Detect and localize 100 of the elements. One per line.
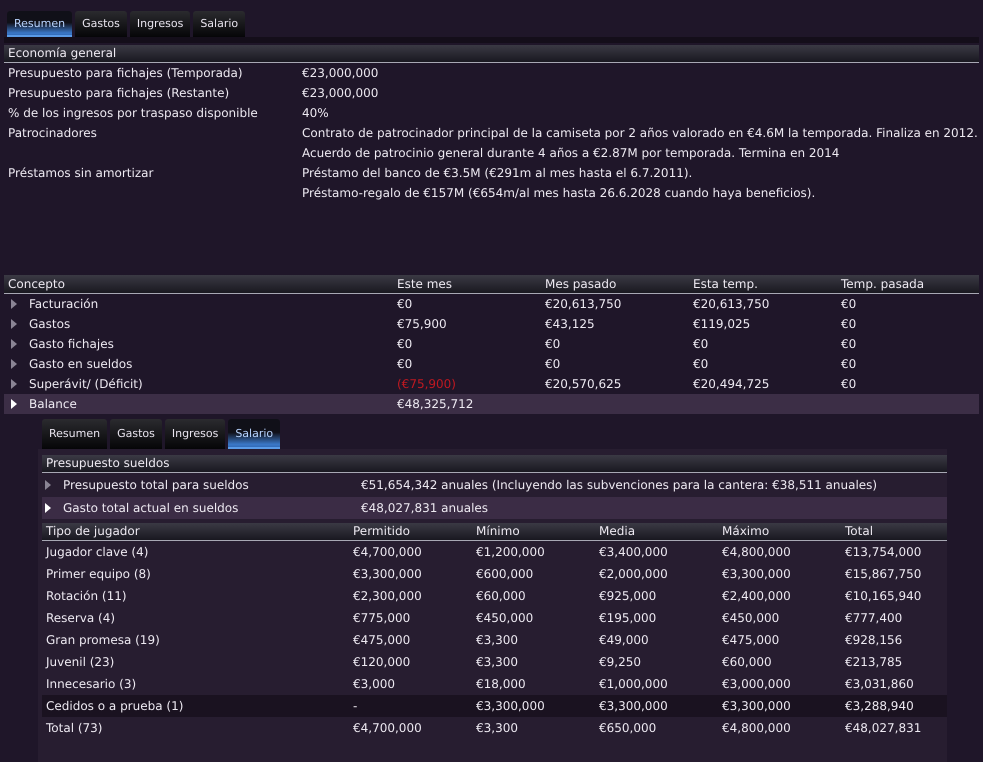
table-cell-text: €4,700,000 [353,720,423,737]
table-cell-text: €213,785 [845,654,904,671]
tab[interactable]: Gastos [110,419,162,449]
column-header: Media [599,523,636,540]
table-cell-text: €75,900 [397,316,448,333]
table-cell-text: €0 [397,336,414,353]
tab[interactable]: Salario [228,419,280,449]
table-cell-text: Cedidos o a prueba (1) [46,698,184,715]
row-label: Presupuesto para fichajes (Restante) [7,85,230,102]
table-cell-text: €0 [545,336,562,353]
table-cell-text: €2,000,000 [599,566,669,583]
table-cell-text: €0 [545,356,562,373]
row-value: Préstamo-regalo de €157M (€654m/al mes hasta 26.6.2028 cuando haya beneficios). [302,185,816,202]
row-label: Préstamos sin amortizar [7,165,154,182]
row-value: Préstamo del banco de €3.5M (€291m al mes hasta el 6.7.2011). [302,165,694,182]
table-cell-text: €3,300 [476,654,519,671]
table-cell-text: €9,250 [599,654,642,671]
column-header: Máximo [722,523,770,540]
tab[interactable]: Ingresos [130,11,190,37]
column-header: Mínimo [476,523,521,540]
table-cell-text: Gasto en sueldos [29,356,132,373]
table-cell-text: €777,400 [845,610,904,627]
table-cell-text: Rotación (11) [46,588,128,605]
table-cell-text: €3,300,000 [599,698,669,715]
row-value: €51,654,342 anuales (Incluyendo las subvenciones para la cantera: €38,511 anuales) [361,477,878,494]
table-cell-text: €1,000,000 [599,676,669,693]
table-cell-text: €3,300 [476,720,519,737]
table-cell-text: €15,867,750 [845,566,922,583]
section-header: Economía general [4,45,979,63]
row-value: €23,000,000 [302,85,378,102]
table-cell-text: €48,027,831 [845,720,922,737]
tab[interactable]: Resumen [7,11,72,37]
table-cell-text: €475,000 [353,632,412,649]
table-cell-text: Primer equipo (8) [46,566,152,583]
table-cell-text: €3,300,000 [353,566,423,583]
table-cell-text: €3,031,860 [845,676,915,693]
column-header: Concepto [8,276,66,293]
tab[interactable]: Resumen [42,419,108,449]
column-header: Mes pasado [545,276,618,293]
row-label: Presupuesto total para sueldos [63,477,249,494]
table-row[interactable]: Gasto total actual en sueldos €48,027,831 anuales [42,497,947,519]
table-cell-text: €195,000 [599,610,658,627]
table-cell-text: €0 [693,336,710,353]
table-cell-text: €4,800,000 [722,544,792,561]
table-cell-text: Jugador clave (4) [46,544,150,561]
column-header: Esta temp. [693,276,759,293]
row-label: Presupuesto para fichajes (Temporada) [7,65,244,82]
table-row[interactable]: Balance €48,325,712 [4,394,979,414]
table-cell-text: Reserva (4) [46,610,116,627]
table-cell-text: €3,300,000 [722,566,792,583]
table-cell-text: €3,300 [476,632,519,649]
table-cell-text: €650,000 [599,720,658,737]
table-cell-text: €0 [841,356,858,373]
table-cell-text: Gastos [29,316,70,333]
table-cell-text: €3,300,000 [476,698,546,715]
table-cell-text: €20,613,750 [545,296,622,313]
table-cell-text: Innecesario (3) [46,676,138,693]
table-cell-text: €4,800,000 [722,720,792,737]
table-cell-text: Balance [29,396,77,413]
table-cell-text: €450,000 [476,610,534,627]
tab[interactable]: Ingresos [164,419,226,449]
table-cell-text: €43,125 [545,316,596,333]
table-cell-text: €3,400,000 [599,544,669,561]
table-cell-text: €0 [841,336,858,353]
table-cell-text: Superávit/ (Déficit) [29,376,143,393]
table-cell-text: €20,570,625 [545,376,622,393]
row-value: Acuerdo de patrocinio general durante 4 años a €2.87M por temporada. Termina en 2014 [302,145,840,162]
table-cell-text: €49,000 [599,632,650,649]
table-cell-text: €3,000 [353,676,396,693]
row-value: Contrato de patrocinador principal de la camiseta por 2 años valorado en €4.6M la temporada. Finaliza en 2012. [302,125,978,142]
table-cell-text: €0 [841,316,858,333]
column-header: Total [845,523,874,540]
table-cell-text: €119,025 [693,316,752,333]
column-header: Este mes [397,276,454,293]
table-cell-text: (€75,900) [397,376,457,393]
table-cell-text: €928,156 [845,632,904,649]
table-cell-text: €10,165,940 [845,588,922,605]
tab[interactable]: Salario [193,11,246,37]
table-cell-text: €775,000 [353,610,412,627]
table-cell-text: €1,200,000 [476,544,546,561]
table-cell-text: Total (73) [46,720,104,737]
table-cell-text: €20,613,750 [693,296,770,313]
table-cell-text: €20,494,725 [693,376,770,393]
table-cell-text: €0 [841,376,858,393]
expand-arrow-icon[interactable] [45,503,51,513]
table-cell-text: €475,000 [722,632,780,649]
tab[interactable]: Gastos [75,11,127,37]
table-cell-text: €3,300,000 [722,698,792,715]
table-cell-text: Gasto fichajes [29,336,114,353]
row-label: Gasto total actual en sueldos [63,500,238,517]
table-cell-text: €0 [693,356,710,373]
section-header: Presupuesto sueldos [42,455,947,473]
table-cell-text: €18,000 [476,676,527,693]
table-cell-text: €3,000,000 [722,676,792,693]
table-cell-text: - [353,698,358,715]
table-row[interactable]: Presupuesto total para sueldos €51,654,342 anuales (Incluyendo las subvenciones para la cantera: €38,511 anuales) [42,474,947,496]
table-cell-text: €60,000 [476,588,527,605]
table-cell-text: €2,300,000 [353,588,423,605]
table-cell-text: €4,700,000 [353,544,423,561]
column-header: Temp. pasada [841,276,926,293]
